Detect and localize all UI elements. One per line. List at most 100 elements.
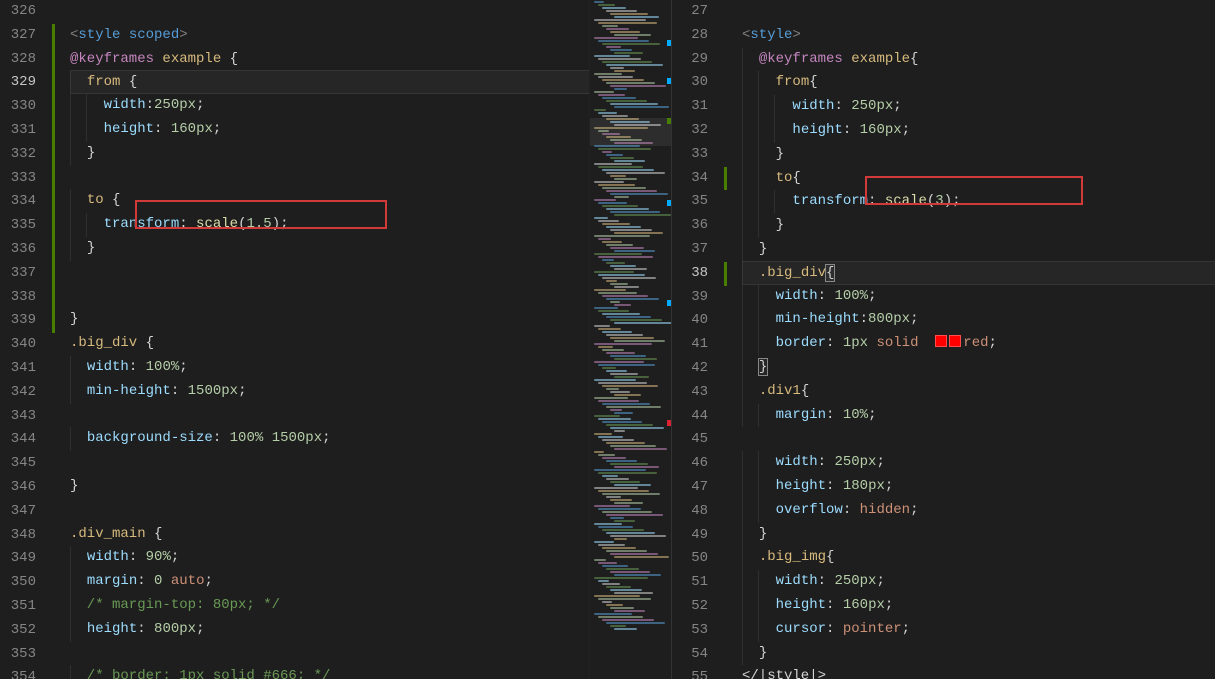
code-line[interactable]: min-height: 1500px; — [70, 380, 589, 404]
line-number[interactable]: 334 — [0, 190, 40, 214]
line-number[interactable]: 338 — [0, 286, 40, 310]
code-line[interactable]: width: 250px; — [742, 451, 1215, 475]
code-line[interactable]: } — [742, 238, 1215, 262]
line-number[interactable]: 349 — [0, 547, 40, 571]
line-number[interactable]: 331 — [0, 119, 40, 143]
line-number[interactable]: 52 — [672, 595, 712, 619]
code-line[interactable]: width: 250px; — [742, 570, 1215, 594]
code-line[interactable]: background-size: 100% 1500px; — [70, 427, 589, 451]
line-number[interactable]: 40 — [672, 309, 712, 333]
line-number[interactable]: 37 — [672, 238, 712, 262]
line-number[interactable]: 43 — [672, 381, 712, 405]
code-line[interactable]: width: 100%; — [742, 285, 1215, 309]
line-number[interactable]: 353 — [0, 643, 40, 667]
line-number[interactable]: 346 — [0, 476, 40, 500]
code-line[interactable] — [70, 285, 589, 309]
code-line[interactable]: from{ — [742, 71, 1215, 95]
code-line[interactable]: } — [742, 143, 1215, 167]
code-line[interactable]: width: 100%; — [70, 356, 589, 380]
line-number[interactable]: 55 — [672, 666, 712, 679]
code-line[interactable]: margin: 10%; — [742, 404, 1215, 428]
code-line[interactable]: height: 800px; — [70, 618, 589, 642]
line-number[interactable]: 29 — [672, 48, 712, 72]
code-line[interactable] — [742, 427, 1215, 451]
line-number[interactable]: 348 — [0, 524, 40, 548]
code-line[interactable]: border: 1px solid red; — [742, 332, 1215, 356]
line-number[interactable]: 30 — [672, 71, 712, 95]
line-number[interactable]: 352 — [0, 619, 40, 643]
left-line-gutter[interactable]: 3263273283293303313323333343353363373383… — [0, 0, 56, 679]
line-number[interactable]: 327 — [0, 24, 40, 48]
code-line[interactable]: @keyframes example { — [70, 48, 589, 72]
code-line[interactable]: } — [742, 356, 1215, 380]
line-number[interactable]: 47 — [672, 476, 712, 500]
line-number[interactable]: 336 — [0, 238, 40, 262]
code-line[interactable] — [70, 166, 589, 190]
line-number[interactable]: 36 — [672, 214, 712, 238]
code-line[interactable]: cursor: pointer; — [742, 618, 1215, 642]
code-line[interactable] — [70, 451, 589, 475]
code-line[interactable]: min-height:800px; — [742, 308, 1215, 332]
line-number[interactable]: 51 — [672, 571, 712, 595]
code-line[interactable]: } — [70, 237, 589, 261]
code-line[interactable]: } — [70, 475, 589, 499]
code-line[interactable] — [70, 404, 589, 428]
code-line[interactable]: .big_div{ — [742, 261, 1215, 285]
line-number[interactable]: 333 — [0, 167, 40, 191]
code-line[interactable]: width: 90%; — [70, 546, 589, 570]
code-line[interactable]: .div_main { — [70, 523, 589, 547]
right-line-gutter[interactable]: 2728293031323334353637383940414243444546… — [672, 0, 728, 679]
line-number[interactable]: 332 — [0, 143, 40, 167]
line-number[interactable]: 354 — [0, 666, 40, 679]
code-line[interactable]: } — [742, 523, 1215, 547]
code-line[interactable]: /* border: 1px solid #666; */ — [70, 665, 589, 679]
code-line[interactable]: } — [742, 214, 1215, 238]
line-number[interactable]: 344 — [0, 428, 40, 452]
right-code-area[interactable]: <style> @keyframes example{ from{ width:… — [728, 0, 1215, 679]
code-line[interactable]: width: 250px; — [742, 95, 1215, 119]
line-number[interactable]: 32 — [672, 119, 712, 143]
code-line[interactable]: width:250px; — [70, 94, 589, 118]
code-line[interactable]: @keyframes example{ — [742, 48, 1215, 72]
code-line[interactable]: transform: scale(3); — [742, 190, 1215, 214]
code-line[interactable]: height: 160px; — [742, 594, 1215, 618]
line-number[interactable]: 27 — [672, 0, 712, 24]
minimap-viewport[interactable] — [590, 118, 671, 146]
code-line[interactable]: } — [742, 642, 1215, 666]
code-line[interactable]: } — [70, 308, 589, 332]
line-number[interactable]: 339 — [0, 309, 40, 333]
line-number[interactable]: 351 — [0, 595, 40, 619]
code-line[interactable]: .big_img{ — [742, 546, 1215, 570]
code-line[interactable]: /* margin-top: 80px; */ — [70, 594, 589, 618]
line-number[interactable]: 337 — [0, 262, 40, 286]
code-line[interactable]: transform: scale(1.5); — [70, 213, 589, 237]
code-line[interactable]: to { — [70, 189, 589, 213]
code-line[interactable]: from { — [70, 70, 589, 94]
line-number[interactable]: 341 — [0, 357, 40, 381]
code-line[interactable]: </|style|> — [742, 665, 1215, 679]
right-editor-body[interactable]: 2728293031323334353637383940414243444546… — [672, 0, 1215, 679]
line-number[interactable]: 49 — [672, 524, 712, 548]
line-number[interactable]: 342 — [0, 381, 40, 405]
line-number[interactable]: 329 — [0, 71, 40, 95]
line-number[interactable]: 50 — [672, 547, 712, 571]
line-number[interactable]: 328 — [0, 48, 40, 72]
line-number[interactable]: 39 — [672, 286, 712, 310]
line-number[interactable]: 335 — [0, 214, 40, 238]
code-line[interactable] — [70, 642, 589, 666]
line-number[interactable]: 38 — [672, 262, 712, 286]
line-number[interactable]: 41 — [672, 333, 712, 357]
line-number[interactable]: 48 — [672, 500, 712, 524]
line-number[interactable]: 345 — [0, 452, 40, 476]
line-number[interactable]: 45 — [672, 428, 712, 452]
left-code-area[interactable]: <style scoped>@keyframes example { from … — [56, 0, 589, 679]
code-line[interactable]: .div1{ — [742, 380, 1215, 404]
line-number[interactable]: 350 — [0, 571, 40, 595]
line-number[interactable]: 343 — [0, 405, 40, 429]
line-number[interactable]: 28 — [672, 24, 712, 48]
code-line[interactable]: .big_div { — [70, 332, 589, 356]
code-line[interactable]: height: 180px; — [742, 475, 1215, 499]
line-number[interactable]: 44 — [672, 405, 712, 429]
code-line[interactable] — [70, 0, 589, 24]
code-line[interactable]: height: 160px; — [70, 118, 589, 142]
